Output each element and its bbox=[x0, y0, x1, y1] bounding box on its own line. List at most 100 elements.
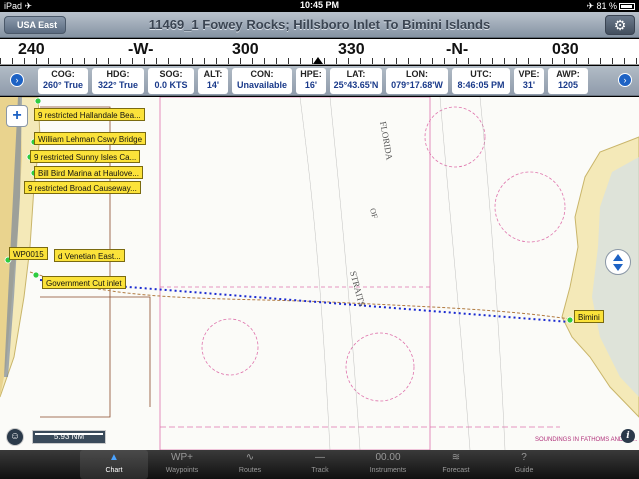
waypoint-label[interactable]: WP0015 bbox=[9, 247, 48, 260]
waypoint-marker bbox=[34, 97, 42, 105]
instrument-hpe[interactable]: HPE: 16' bbox=[296, 68, 326, 94]
instrument-value: Unavailable bbox=[236, 80, 288, 90]
settings-button[interactable]: ⚙ bbox=[605, 15, 635, 35]
status-time: 10:45 PM bbox=[299, 0, 340, 10]
tab-label: Chart bbox=[105, 467, 123, 474]
restricted-area-outline bbox=[40, 296, 151, 407]
tab-waypoints[interactable]: WP+ Waypoints bbox=[148, 450, 216, 479]
instrument-awp[interactable]: AWP: 1205 bbox=[548, 68, 588, 94]
chart-boundary bbox=[345, 332, 415, 402]
instrument-label: HDG: bbox=[106, 69, 130, 79]
instrument-cog[interactable]: COG: 260° True bbox=[38, 68, 88, 94]
zoom-in-button[interactable]: + bbox=[6, 105, 28, 127]
instrument-vpe[interactable]: VPE: 31' bbox=[514, 68, 544, 94]
instrument-value: 260° True bbox=[42, 80, 84, 90]
instrument-lat[interactable]: LAT: 25°43.65'N bbox=[330, 68, 382, 94]
waypoint-label[interactable]: d Venetian East... bbox=[54, 249, 125, 262]
nautical-chart[interactable]: FLORIDA OF STRAITS 9 restricted Hallanda… bbox=[0, 97, 639, 450]
instrument-utc[interactable]: UTC: 8:46:05 PM bbox=[452, 68, 510, 94]
status-bar: iPad ✈ 10:45 PM ✈ 81 % bbox=[0, 0, 639, 12]
compass-label: 030 bbox=[552, 41, 579, 58]
scroll-updown-button[interactable] bbox=[605, 249, 631, 275]
instrument-label: HPE: bbox=[300, 69, 322, 79]
battery-icon bbox=[619, 3, 635, 11]
depth-contour bbox=[439, 97, 471, 450]
instruments-icon: 00.00 bbox=[375, 452, 401, 463]
tab-label: Instruments bbox=[369, 467, 407, 474]
tab-routes[interactable]: ∿ Routes bbox=[216, 450, 284, 479]
gear-icon: ⚙ bbox=[613, 17, 627, 33]
instrument-value: 1205 bbox=[557, 80, 579, 90]
instrument-label: COG: bbox=[51, 69, 75, 79]
waypoint-label[interactable]: 9 restricted Broad Causeway... bbox=[24, 181, 141, 194]
depth-contour bbox=[479, 97, 506, 450]
instrument-value: 322° True bbox=[97, 80, 139, 90]
chart-boundaries bbox=[159, 97, 566, 450]
status-right: ✈ 81 % bbox=[586, 1, 635, 12]
chart-boundary bbox=[424, 106, 486, 168]
waypoint-label[interactable]: Government Cut inlet bbox=[42, 276, 126, 289]
arrow-down-icon bbox=[613, 264, 623, 271]
instrument-value: 0.0 KTS bbox=[154, 80, 188, 90]
tab-instruments[interactable]: 00.00 Instruments bbox=[354, 450, 422, 479]
chevron-right-icon: › bbox=[623, 75, 627, 85]
instrument-sog[interactable]: SOG: 0.0 KTS bbox=[148, 68, 194, 94]
instrument-hdg[interactable]: HDG: 322° True bbox=[92, 68, 144, 94]
instrument-value: 079°17.68'W bbox=[391, 80, 443, 90]
compass-strip: 240 -W- 300 330 -N- 030 bbox=[0, 39, 639, 65]
compass-label: 330 bbox=[338, 41, 365, 58]
waypoint-label[interactable]: 9 restricted Sunny Isles Ca... bbox=[30, 150, 141, 163]
heading-marker-icon bbox=[313, 57, 323, 64]
tab-label: Track bbox=[311, 467, 329, 474]
arrow-up-icon bbox=[613, 254, 623, 261]
tab-label: Waypoints bbox=[165, 467, 199, 474]
chart-icon: ▲ bbox=[109, 452, 119, 463]
tab-label: Routes bbox=[238, 467, 262, 474]
waypoint-label[interactable]: Bimini bbox=[574, 310, 604, 323]
tab-bar: ▲ Chart WP+ Waypoints ∿ Routes — Track 00.00… bbox=[0, 450, 639, 479]
instrument-label: VPE: bbox=[518, 69, 540, 79]
track-icon: — bbox=[315, 452, 325, 463]
waypoint-marker bbox=[32, 271, 40, 279]
waypoint-label[interactable]: William Lehman Cswy Bridge bbox=[34, 132, 147, 145]
instrument-value: 25°43.65'N bbox=[333, 80, 379, 90]
depth-contour bbox=[299, 97, 331, 450]
waypoint-label[interactable]: Bill Bird Marina at Haulove... bbox=[34, 166, 143, 179]
tab-forecast[interactable]: ≋ Forecast bbox=[422, 450, 490, 479]
instrument-label: AWP: bbox=[556, 69, 580, 79]
instrument-toggle-button[interactable]: › bbox=[10, 73, 24, 87]
instrument-alt[interactable]: ALT: 14' bbox=[198, 68, 228, 94]
compass-label: 240 bbox=[18, 41, 45, 58]
scale-bar: 5.93 NM bbox=[32, 430, 106, 444]
tab-label: Guide bbox=[514, 467, 534, 474]
instrument-value: 31' bbox=[522, 80, 536, 90]
instrument-next-button[interactable]: › bbox=[618, 73, 632, 87]
page-title: 11469_1 Fowey Rocks; Hillsboro Inlet To … bbox=[148, 17, 491, 32]
tab-chart[interactable]: ▲ Chart bbox=[80, 450, 148, 479]
instrument-value: 16' bbox=[304, 80, 318, 90]
info-button[interactable]: i bbox=[621, 429, 635, 443]
locate-button[interactable]: ☺ bbox=[6, 428, 24, 446]
chart-boundary bbox=[494, 171, 566, 243]
waypoints-icon: WP+ bbox=[171, 452, 193, 463]
instrument-label: LON: bbox=[406, 69, 428, 79]
forecast-icon: ≋ bbox=[451, 452, 461, 463]
compass-label: -N- bbox=[446, 41, 469, 58]
routes-icon: ∿ bbox=[245, 452, 255, 463]
compass-label: -W- bbox=[128, 41, 154, 58]
instrument-label: ALT: bbox=[203, 69, 223, 79]
compass-label: 300 bbox=[232, 41, 259, 58]
chart-boundary bbox=[201, 318, 259, 376]
waypoint-label[interactable]: 9 restricted Hallandale Bea... bbox=[34, 108, 145, 121]
instrument-value: 8:46:05 PM bbox=[457, 80, 505, 90]
tab-guide[interactable]: ? Guide bbox=[490, 450, 558, 479]
info-icon: i bbox=[626, 431, 630, 441]
tab-track[interactable]: — Track bbox=[286, 450, 354, 479]
nav-bar: USA East 11469_1 Fowey Rocks; Hillsboro … bbox=[0, 12, 639, 38]
waypoint-marker bbox=[566, 316, 574, 324]
depth-contours bbox=[299, 97, 506, 450]
instrument-con[interactable]: CON: Unavailable bbox=[232, 68, 292, 94]
scale-bar-line bbox=[35, 433, 103, 435]
instrument-bar: › COG: 260° True HDG: 322° True SOG: 0.0 KT… bbox=[0, 66, 639, 96]
instrument-lon[interactable]: LON: 079°17.68'W bbox=[386, 68, 448, 94]
